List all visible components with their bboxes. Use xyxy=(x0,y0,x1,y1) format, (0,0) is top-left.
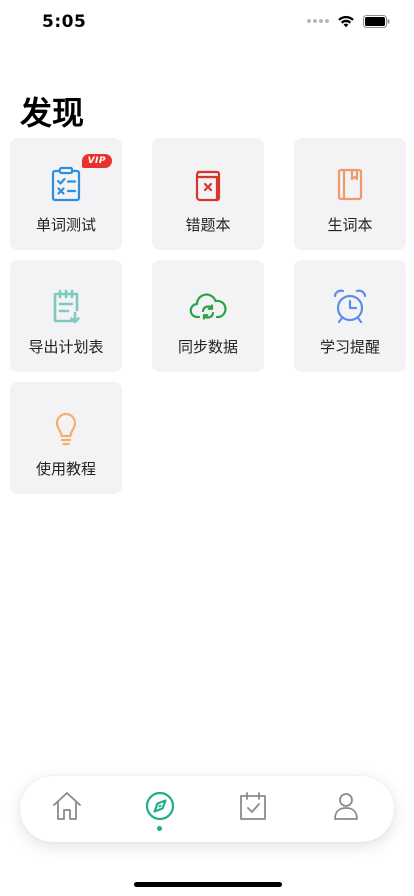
home-icon xyxy=(52,792,81,820)
status-time: 5:05 xyxy=(42,12,87,32)
tile-label: 学习提醒 xyxy=(319,338,380,356)
wifi-icon xyxy=(338,15,354,28)
tile-label: 错题本 xyxy=(185,216,231,234)
export-plan-tile[interactable]: 导出计划表 xyxy=(10,260,122,372)
tab-home[interactable] xyxy=(20,776,113,842)
vocab-book-tile[interactable]: 生词本 xyxy=(294,138,406,250)
page-title: 发现 xyxy=(20,94,85,132)
tile-label: 导出计划表 xyxy=(28,338,104,356)
status-bar: 5:05 xyxy=(0,0,414,48)
tab-discover[interactable] xyxy=(113,776,206,842)
tab-profile[interactable] xyxy=(299,776,392,842)
tile-label: 同步数据 xyxy=(177,338,238,356)
cloud-sync-icon xyxy=(189,293,227,320)
status-icons xyxy=(307,14,390,28)
vocab-book-icon xyxy=(337,168,363,201)
tab-checkin[interactable] xyxy=(206,776,299,842)
alarm-clock-icon xyxy=(333,289,367,324)
wrong-book-tile[interactable]: 错题本 xyxy=(152,138,264,250)
tile-label: 单词测试 xyxy=(35,216,96,234)
quiz-clipboard-icon xyxy=(51,166,81,202)
tile-label: 生词本 xyxy=(327,216,373,234)
compass-icon xyxy=(145,791,174,821)
bottom-tab-bar xyxy=(20,776,394,842)
sync-data-tile[interactable]: 同步数据 xyxy=(152,260,264,372)
study-reminder-tile[interactable]: 学习提醒 xyxy=(294,260,406,372)
person-icon xyxy=(333,793,358,820)
tile-label: 使用教程 xyxy=(35,460,96,478)
word-test-tile[interactable]: VIP 单词测试 xyxy=(10,138,122,250)
wrong-book-icon xyxy=(195,170,221,202)
lightbulb-icon xyxy=(55,412,77,446)
calendar-check-icon xyxy=(239,792,266,820)
battery-icon xyxy=(363,14,390,28)
tutorial-tile[interactable]: 使用教程 xyxy=(10,382,122,494)
cellular-signal-icon xyxy=(307,19,329,23)
export-plan-icon xyxy=(53,289,80,324)
active-tab-indicator xyxy=(157,826,162,831)
vip-badge: VIP xyxy=(81,154,112,168)
home-indicator xyxy=(134,882,282,887)
